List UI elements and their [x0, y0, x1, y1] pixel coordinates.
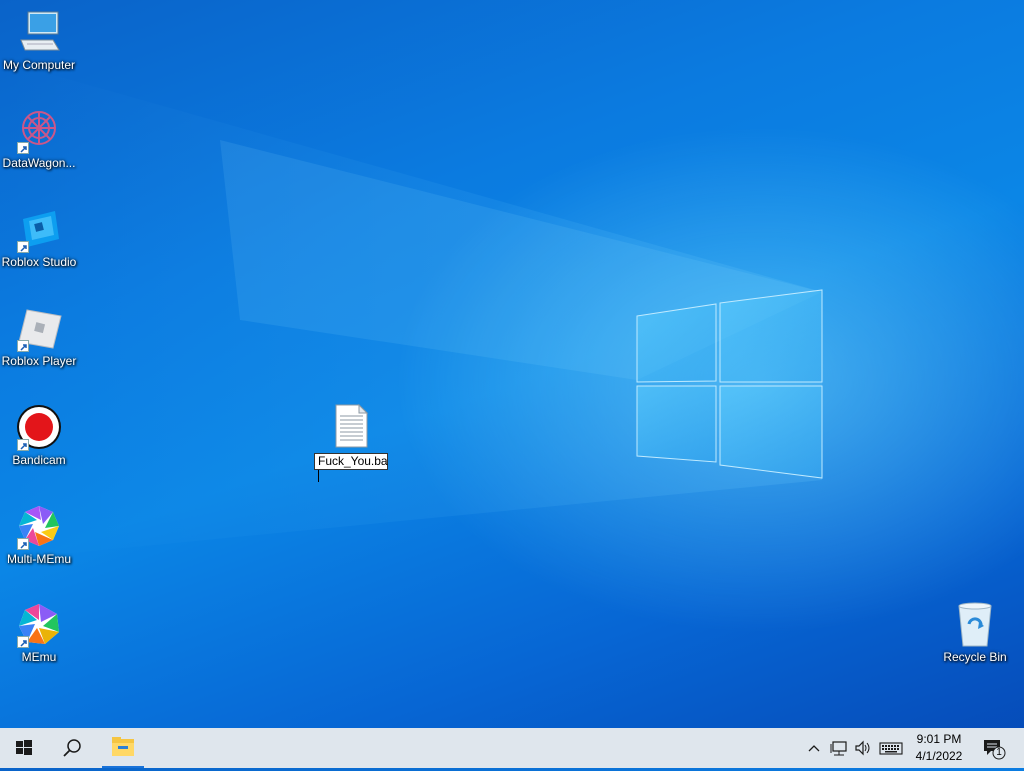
desktop-icon-datawagon[interactable]: DataWagon... [0, 106, 78, 170]
network-icon [830, 741, 847, 756]
chevron-up-icon [808, 745, 820, 752]
desktop-icon-label: Recycle Bin [943, 650, 1007, 664]
desktop-icon-label: DataWagon... [2, 156, 76, 170]
desktop-icon-roblox-player[interactable]: Roblox Player [0, 304, 78, 368]
text-caret [318, 470, 319, 482]
shortcut-arrow-icon [17, 636, 29, 648]
recycle-bin-icon [951, 600, 999, 648]
desktop-icon-recycle-bin[interactable]: Recycle Bin [936, 600, 1014, 664]
multi-memu-icon [15, 502, 63, 550]
bandicam-icon [15, 403, 63, 451]
notification-count-badge: 1 [996, 747, 1002, 758]
shortcut-arrow-icon [17, 439, 29, 451]
desktop-icon-roblox-studio[interactable]: Roblox Studio [0, 205, 78, 269]
search-icon [63, 739, 81, 757]
clock-date: 4/1/2022 [915, 749, 963, 763]
shortcut-arrow-icon [17, 241, 29, 253]
start-button[interactable] [0, 728, 48, 768]
desktop-file-renaming[interactable] [312, 403, 390, 448]
clock-time: 9:01 PM [916, 732, 962, 746]
action-center-button[interactable]: 1 [980, 737, 1010, 761]
shortcut-arrow-icon [17, 142, 29, 154]
roblox-studio-icon [15, 205, 63, 253]
desktop-icon-bandicam[interactable]: Bandicam [0, 403, 78, 467]
taskbar-file-explorer[interactable] [102, 728, 144, 768]
windows-start-icon [16, 740, 32, 755]
datawagon-icon [15, 106, 63, 154]
desktop-icon-multi-memu[interactable]: Multi-MEmu [0, 502, 78, 566]
text-file-icon [333, 403, 369, 448]
desktop-icon-label: MEmu [21, 650, 57, 664]
desktop[interactable]: My Computer DataWagon... Roblox Studio R… [0, 0, 1024, 728]
taskbar-clock[interactable]: 9:01 PM 4/1/2022 [906, 731, 972, 765]
desktop-icon-label: My Computer [2, 58, 76, 72]
rename-input[interactable]: Fuck_You.ba [314, 453, 388, 482]
desktop-icon-label: Bandicam [12, 453, 66, 467]
taskbar[interactable]: 9:01 PM 4/1/2022 1 [0, 728, 1024, 768]
tray-volume[interactable] [852, 738, 874, 758]
desktop-icon-label: Multi-MEmu [6, 552, 71, 566]
tray-overflow-button[interactable] [806, 738, 822, 758]
desktop-icon-memu[interactable]: MEmu [0, 600, 78, 664]
computer-icon [15, 8, 63, 56]
search-button[interactable] [48, 728, 96, 768]
tray-keyboard[interactable] [878, 738, 904, 758]
shortcut-arrow-icon [17, 538, 29, 550]
desktop-icon-label: Roblox Player [1, 354, 77, 368]
tray-network[interactable] [828, 738, 850, 758]
file-explorer-icon [112, 737, 134, 756]
shortcut-arrow-icon [17, 340, 29, 352]
roblox-player-icon [15, 304, 63, 352]
keyboard-icon [879, 742, 903, 755]
memu-icon [15, 600, 63, 648]
volume-icon [855, 740, 870, 756]
desktop-icon-my-computer[interactable]: My Computer [0, 8, 78, 72]
rename-input-value: Fuck_You.ba [318, 454, 388, 468]
desktop-icon-label: Roblox Studio [1, 255, 77, 269]
